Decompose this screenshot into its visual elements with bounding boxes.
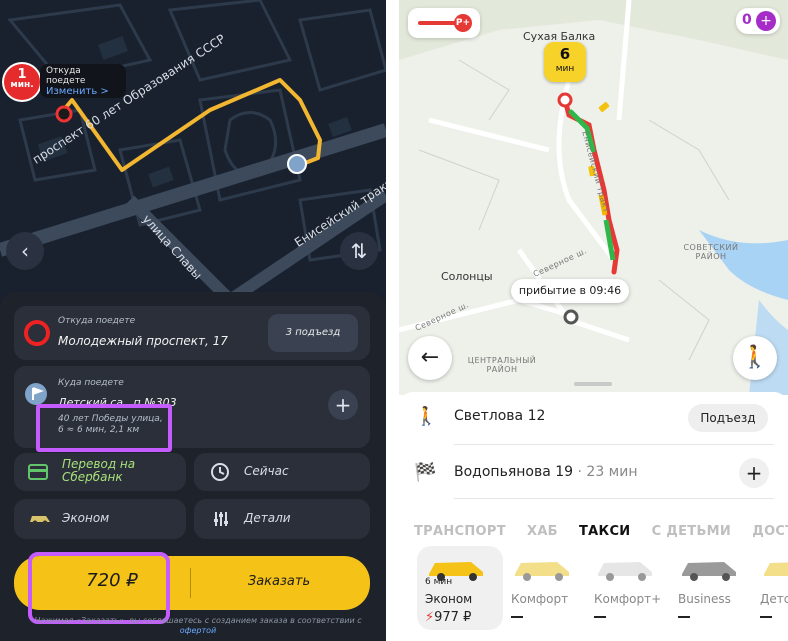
tariff-label: Эконом bbox=[62, 511, 110, 525]
arrival-tooltip: прибытие в 09:46 bbox=[511, 279, 629, 303]
car-icon bbox=[30, 516, 50, 526]
tariff-kids-dash bbox=[760, 616, 772, 618]
entrance-button[interactable]: 3 подъезд bbox=[268, 314, 358, 352]
route-icon: ⇅ bbox=[350, 239, 368, 263]
payment-method-button[interactable]: Перевод на Сбербанк bbox=[14, 453, 186, 491]
entrance-button-light[interactable]: Подъезд bbox=[688, 404, 768, 432]
gray-car-icon bbox=[682, 562, 736, 581]
to-row[interactable]: Водопьянова 19 · 23 мин bbox=[454, 464, 638, 480]
tariff-comfort-plus[interactable]: Комфорт+ bbox=[586, 546, 672, 630]
map-canvas-light bbox=[399, 0, 788, 395]
legal-footnote: Нажимая «Заказать», вы соглашаетесь с со… bbox=[28, 616, 368, 636]
row-divider-2 bbox=[454, 498, 774, 499]
eta-badge-value: 1 bbox=[17, 67, 27, 82]
back-arrow-button[interactable]: ← bbox=[408, 336, 452, 380]
legal-footnote-text: Нажимая «Заказать», вы соглашаетесь с со… bbox=[34, 616, 362, 625]
from-card[interactable]: Откуда поедете Молодежный проспект, 17 3… bbox=[14, 306, 370, 360]
white-car-icon bbox=[598, 562, 652, 581]
details-button[interactable]: Детали bbox=[194, 499, 370, 539]
tariff-business-dash bbox=[678, 616, 690, 618]
order-sheet-light: 🚶 Светлова 12 Подъезд 🏁 Водопьянова 19 ·… bbox=[399, 382, 788, 641]
plus-icon: + bbox=[756, 11, 776, 31]
tab-transport[interactable]: ТРАНСПОРТ bbox=[414, 524, 506, 539]
sheet-handle[interactable] bbox=[574, 382, 612, 386]
order-bar-divider bbox=[190, 568, 191, 598]
parking-icon: P+ bbox=[454, 14, 472, 32]
promo-button[interactable]: 0 + bbox=[736, 8, 780, 34]
tariff-business-name: Business bbox=[678, 592, 731, 606]
tariff-comfort[interactable]: Комфорт bbox=[503, 546, 589, 630]
service-tabs: ТРАНСПОРТ ХАБ ТАКСИ С ДЕТЬМИ ДОСТАВКА bbox=[414, 520, 788, 540]
pedestrian-button[interactable]: 🚶 bbox=[733, 336, 777, 380]
tariff-economy-eta: 6 мин bbox=[425, 577, 453, 587]
change-pickup-link[interactable]: Изменить > bbox=[46, 86, 120, 97]
route-line-icon bbox=[418, 21, 458, 25]
tab-hub[interactable]: ХАБ bbox=[527, 524, 558, 539]
tariff-kids-name: Детс bbox=[760, 592, 788, 606]
place-sovetsky: СОВЕТСКИЙ РАЙОН bbox=[683, 243, 739, 261]
walking-icon: 🚶 bbox=[741, 345, 769, 370]
tariff-comfort-name: Комфорт bbox=[511, 592, 569, 606]
left-screenshot: проспект 60 лет Образования СССР улица С… bbox=[0, 0, 386, 641]
yellow-car-icon bbox=[515, 562, 569, 581]
tab-delivery[interactable]: ДОСТАВКА bbox=[752, 524, 788, 539]
add-stop-button-light[interactable]: + bbox=[739, 458, 769, 488]
pickup-eta-value: 6 bbox=[559, 45, 571, 63]
route-map-light[interactable]: P+ 0 + Сухая Балка 6 мин Солонцы СОВЕТСК… bbox=[399, 0, 788, 395]
panel-divider bbox=[386, 0, 399, 641]
lightning-icon: ⚡ bbox=[425, 610, 435, 625]
tariff-economy[interactable]: 6 мин Эконом ⚡977 ₽ bbox=[417, 546, 503, 630]
tariff-economy-price: ⚡977 ₽ bbox=[425, 610, 471, 625]
to-label: Куда поедете bbox=[58, 378, 124, 388]
highlight-route-details bbox=[36, 404, 172, 452]
tariff-comfort-plus-dash bbox=[594, 616, 606, 618]
tab-taxi[interactable]: ТАКСИ bbox=[579, 524, 630, 539]
row-divider bbox=[454, 444, 774, 445]
back-button[interactable]: ‹ bbox=[6, 232, 44, 270]
parking-button[interactable]: P+ bbox=[408, 8, 480, 38]
eta-badge-unit: мин. bbox=[10, 80, 34, 90]
route-map-dark[interactable]: проспект 60 лет Образования СССР улица С… bbox=[0, 0, 386, 300]
finish-flag-icon: 🏁 bbox=[414, 462, 437, 483]
route-options-button[interactable]: ⇅ bbox=[340, 232, 378, 270]
card-icon bbox=[28, 464, 48, 480]
add-stop-button[interactable]: + bbox=[328, 390, 358, 420]
time-button[interactable]: Сейчас bbox=[194, 453, 370, 491]
yellow-car-icon bbox=[764, 562, 788, 576]
tab-kids[interactable]: С ДЕТЬМИ bbox=[652, 524, 732, 539]
tariff-business[interactable]: Business bbox=[670, 546, 756, 630]
to-time-light: · 23 мин bbox=[577, 464, 638, 480]
place-solontsy: Солонцы bbox=[441, 270, 493, 283]
to-address-light: Водопьянова 19 bbox=[454, 464, 574, 480]
from-address-light[interactable]: Светлова 12 bbox=[454, 408, 545, 424]
walking-icon-from: 🚶 bbox=[415, 406, 438, 427]
tariff-kids[interactable]: Детс bbox=[752, 546, 788, 630]
from-address: Молодежный проспект, 17 bbox=[58, 334, 228, 348]
destination-flag-icon bbox=[25, 383, 47, 405]
tariff-economy-price-value: 977 ₽ bbox=[434, 610, 472, 625]
tariff-button[interactable]: Эконом bbox=[14, 499, 186, 539]
pickup-tooltip[interactable]: Откуда поедете Изменить > bbox=[40, 64, 126, 98]
right-screenshot: P+ 0 + Сухая Балка 6 мин Солонцы СОВЕТСК… bbox=[399, 0, 788, 641]
tariff-comfort-plus-name: Комфорт+ bbox=[594, 592, 662, 606]
highlight-price bbox=[28, 552, 170, 624]
pickup-eta-unit: мин bbox=[555, 64, 575, 74]
tariff-economy-name: Эконом bbox=[425, 592, 473, 606]
sliders-icon bbox=[214, 512, 228, 526]
details-label: Детали bbox=[244, 511, 291, 525]
offer-link[interactable]: офертой bbox=[180, 626, 217, 635]
from-label: Откуда поедете bbox=[58, 316, 136, 326]
eta-badge: 1 мин. bbox=[4, 64, 40, 100]
origin-marker-icon bbox=[24, 320, 50, 346]
pickup-eta-pin: 6 мин bbox=[544, 42, 586, 82]
promo-count: 0 bbox=[742, 12, 752, 28]
clock-icon bbox=[211, 463, 229, 481]
payment-method-label: Перевод на Сбербанк bbox=[62, 457, 136, 484]
pickup-tooltip-label: Откуда поедете bbox=[46, 66, 86, 86]
time-label: Сейчас bbox=[244, 464, 289, 478]
order-button[interactable]: Заказать bbox=[204, 574, 354, 589]
tariff-comfort-dash bbox=[511, 616, 523, 618]
place-central: ЦЕНТРАЛЬНЫЙ РАЙОН bbox=[467, 356, 537, 374]
